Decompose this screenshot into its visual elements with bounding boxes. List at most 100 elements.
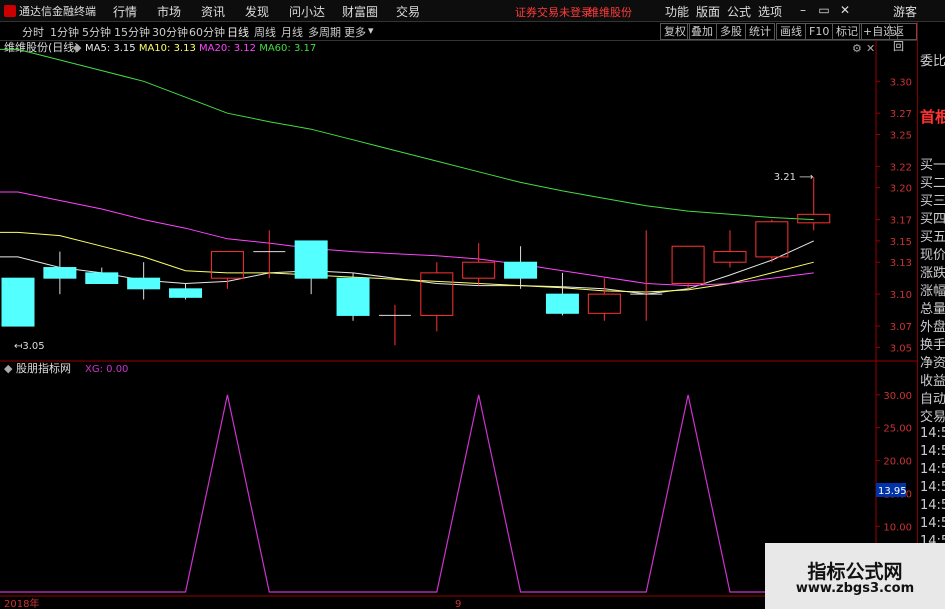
- quote-panel[interactable]: 委比首根买一买二买三买四买五现价涨跌涨幅总量外盘换手净资收益自动交易14:561…: [917, 22, 945, 609]
- menu-item-wealth[interactable]: 财富圈: [342, 3, 378, 20]
- quote-label: 自动: [920, 392, 945, 407]
- quote-label: 换手: [920, 338, 945, 353]
- candle[interactable]: [210, 251, 244, 289]
- candle-body: [127, 277, 161, 290]
- menu-item-discover[interactable]: 发现: [245, 3, 269, 20]
- candle[interactable]: [420, 262, 454, 332]
- candle[interactable]: [336, 272, 370, 321]
- watermark-title: 指标公式网: [807, 561, 903, 583]
- close-icon[interactable]: ✕: [836, 2, 854, 18]
- quote-label: 收益: [920, 374, 945, 389]
- candle[interactable]: [253, 230, 286, 279]
- tab-multi-period[interactable]: 多周期: [308, 24, 341, 40]
- candle[interactable]: [1, 277, 35, 327]
- tab-30min[interactable]: 30分钟: [152, 24, 188, 40]
- tab-more[interactable]: 更多: [344, 24, 366, 40]
- price-tick-label: 3.07: [890, 322, 912, 333]
- statistics-button[interactable]: 统计: [745, 23, 775, 40]
- candle[interactable]: [169, 283, 203, 300]
- restore-icon[interactable]: ▭: [815, 2, 833, 18]
- candle[interactable]: [797, 177, 831, 231]
- price-tick-label: 3.22: [890, 162, 912, 173]
- adjust-rights-button[interactable]: 复权: [660, 23, 690, 40]
- price-tick-label: 3.15: [890, 237, 912, 248]
- back-button[interactable]: 返回: [889, 23, 917, 53]
- kline-chart-area[interactable]: 维维股份(日线) ◆ MA5: 3.15 MA10: 3.13 MA20: 3.…: [0, 40, 917, 609]
- indicator-tick-label: 25.00: [883, 424, 912, 435]
- ma-line-ma60: [0, 48, 814, 221]
- candle-body: [713, 251, 747, 263]
- candle-body: [420, 272, 454, 316]
- candle[interactable]: [587, 278, 621, 321]
- menu-item-options[interactable]: 选项: [758, 3, 782, 20]
- overlay-button[interactable]: 叠加: [687, 23, 717, 40]
- watermark-url: www.zbgs3.com: [795, 581, 915, 596]
- candle[interactable]: [713, 230, 747, 268]
- menu-item-ask[interactable]: 问小达: [289, 3, 325, 20]
- candle[interactable]: [545, 272, 579, 316]
- candle[interactable]: [378, 304, 411, 346]
- candle[interactable]: [630, 230, 663, 321]
- menu-item-formula[interactable]: 公式: [727, 3, 751, 20]
- candle[interactable]: [755, 219, 789, 263]
- low-price-annotation: ↤3.05: [14, 341, 45, 352]
- candle[interactable]: [671, 245, 705, 289]
- candle[interactable]: [43, 251, 77, 295]
- menu-item-market[interactable]: 市场: [157, 3, 181, 20]
- menu-item-function[interactable]: 功能: [665, 3, 689, 20]
- tab-monthly[interactable]: 月线: [281, 24, 303, 40]
- candle-body: [169, 288, 203, 298]
- candle-body: [462, 261, 496, 279]
- minimize-icon[interactable]: –: [794, 2, 812, 18]
- menu-item-layout[interactable]: 版面: [696, 3, 720, 20]
- f10-button[interactable]: F10: [805, 23, 834, 40]
- price-tick-label: 3.20: [890, 184, 912, 195]
- ma-toggle-icon[interactable]: ◆: [73, 41, 82, 54]
- tab-5min[interactable]: 5分钟: [82, 24, 111, 40]
- tab-daily[interactable]: 日线: [227, 24, 249, 40]
- indicator-toggle-icon[interactable]: ◆: [4, 362, 16, 375]
- candle-body: [336, 277, 370, 316]
- quote-label: 现价: [920, 248, 945, 263]
- more-dropdown-icon[interactable]: ▾: [368, 24, 374, 37]
- candle-body: [210, 251, 244, 279]
- price-ticks: 3.30 3.27 3.25 3.22 3.20 3.17 3.15 3.13 3.10 3.07…: [876, 77, 912, 354]
- candle-body: [85, 272, 119, 285]
- quote-label: 买五: [920, 230, 945, 245]
- tab-1min[interactable]: 1分钟: [50, 24, 79, 40]
- draw-line-button[interactable]: 画线: [776, 23, 806, 40]
- app-title: 通达信金融终端: [4, 3, 96, 19]
- tab-weekly[interactable]: 周线: [254, 24, 276, 40]
- menu-bar: 通达信金融终端 行情 市场 资讯 发现 问小达 财富圈 交易 证券交易未登录 维…: [0, 0, 945, 22]
- login-status[interactable]: 证券交易未登录: [515, 4, 592, 20]
- indicator-value-label: XG: 0.00: [85, 364, 128, 375]
- app-logo-icon: [4, 5, 16, 17]
- candle[interactable]: [127, 262, 161, 300]
- menu-item-news[interactable]: 资讯: [201, 3, 225, 20]
- settings-gear-icon[interactable]: ⚙: [852, 42, 862, 55]
- candle[interactable]: [462, 243, 496, 286]
- candle[interactable]: [504, 246, 538, 289]
- candle-body: [755, 221, 789, 258]
- indicator-tick-label: 20.00: [883, 457, 912, 468]
- menu-item-quotes[interactable]: 行情: [113, 3, 137, 20]
- quote-label: 交易: [920, 410, 945, 425]
- indicator-current-value: 13.95: [878, 486, 907, 497]
- tab-15min[interactable]: 15分钟: [114, 24, 150, 40]
- xaxis-label-month: 9: [455, 599, 461, 609]
- candles: [1, 177, 831, 346]
- multi-stock-button[interactable]: 多股: [716, 23, 746, 40]
- tab-timeshare[interactable]: 分时: [22, 24, 44, 40]
- quote-label: 买二: [920, 176, 945, 191]
- menu-item-trade[interactable]: 交易: [396, 3, 420, 20]
- tab-60min[interactable]: 60分钟: [189, 24, 225, 40]
- quote-label: 买三: [920, 194, 945, 209]
- close-pane-icon[interactable]: ✕: [866, 42, 875, 55]
- ma-legend: MA5: 3.15 MA10: 3.13 MA20: 3.12 MA60: 3.…: [85, 43, 316, 54]
- user-guest[interactable]: 游客: [893, 3, 917, 20]
- candle[interactable]: [294, 240, 328, 295]
- candle[interactable]: [85, 267, 119, 285]
- mark-button[interactable]: 标记: [832, 23, 862, 40]
- candle-body: [294, 240, 328, 279]
- trade-time-row: 14:56: [920, 462, 945, 477]
